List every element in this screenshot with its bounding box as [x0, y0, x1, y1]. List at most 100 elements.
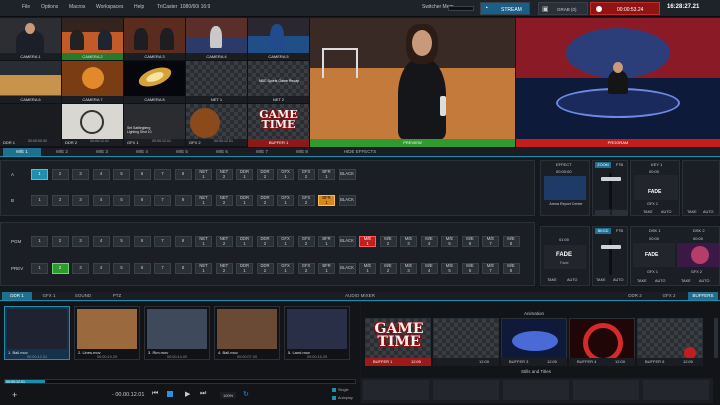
me-a-button-5[interactable]: 5	[113, 169, 130, 180]
mv-camera-2[interactable]: CAMERA 2	[62, 18, 123, 60]
ddr-clip-4[interactable]: 4. Ball.mov 00:00:07.00	[214, 306, 280, 360]
dsk1-source[interactable]: GFX 1	[647, 270, 658, 274]
prev-button-24[interactable]: M/E 8	[502, 263, 520, 274]
me-b-button-15[interactable]: BFR 1	[318, 195, 335, 206]
prev-button-6[interactable]: 6	[133, 263, 151, 274]
dsk2-time[interactable]: 00:00	[693, 236, 703, 241]
pgm-button-18[interactable]: M/E 2	[379, 236, 397, 247]
pgm-button-1[interactable]: 1	[31, 236, 48, 247]
menu-workspaces[interactable]: Workspaces	[96, 4, 123, 10]
still-slot-4[interactable]	[573, 380, 639, 400]
mv-net-1[interactable]: NET 1	[186, 61, 247, 103]
tab-me-2[interactable]: M/E 2	[43, 148, 81, 156]
pgm-button-13[interactable]: GFX 1	[277, 236, 294, 247]
dsk2-source[interactable]: GFX 2	[691, 270, 702, 274]
pgm-button-7[interactable]: 7	[154, 236, 171, 247]
prev-button-12[interactable]: DDR 2	[256, 263, 274, 274]
prev-button-21[interactable]: M/E 5	[441, 263, 458, 274]
prev-button-8[interactable]: 8	[174, 263, 192, 274]
me-b-button-3[interactable]: 3	[72, 195, 89, 206]
tab-buffers[interactable]: BUFFERS	[688, 292, 718, 300]
pgm-button-5[interactable]: 5	[113, 236, 130, 247]
pgm-button-23[interactable]: M/E 7	[482, 236, 499, 247]
transition-thumbnail[interactable]: FADE Fade	[544, 245, 586, 269]
menu-help[interactable]: Help	[134, 4, 144, 10]
loop-icon[interactable]: ↻	[243, 390, 249, 398]
me-tbar-btn-2[interactable]	[612, 210, 627, 215]
switcher-mem-field[interactable]	[448, 6, 474, 11]
tab-ddr-1[interactable]: DDR 1	[2, 292, 32, 300]
key1-label[interactable]: KEY 1	[651, 162, 662, 167]
tab-me-3[interactable]: M/E 3	[83, 148, 121, 156]
dsk2-label[interactable]: DSK 2	[693, 228, 705, 233]
prev-button-1[interactable]: 1	[31, 263, 48, 274]
tab-gfx-2[interactable]: GFX 2	[654, 292, 684, 300]
tab-me-7[interactable]: M/E 7	[243, 148, 281, 156]
stop-icon[interactable]	[167, 391, 173, 397]
prev-button-11[interactable]: DDR 1	[236, 263, 253, 274]
prev-button-14[interactable]: GFX 2	[297, 263, 315, 274]
me-a-button-12[interactable]: DDR 2	[256, 169, 274, 180]
effect-time[interactable]: 00:00:00	[556, 169, 572, 174]
still-slot-5[interactable]	[643, 380, 709, 400]
pgm-button-24[interactable]: M/E 8	[502, 236, 520, 247]
prev-button-20[interactable]: M/E 4	[420, 263, 438, 274]
me-auto-button[interactable]: AUTO	[703, 210, 713, 214]
me-b-button-13[interactable]: GFX 1	[277, 195, 294, 206]
me-a-button-3[interactable]: 3	[72, 169, 89, 180]
me-take-button[interactable]: TAKE	[687, 210, 697, 214]
me-a-button-9[interactable]: NET 1	[195, 169, 212, 180]
prev-button-16[interactable]: BLACK	[338, 263, 356, 274]
me-a-button-6[interactable]: 6	[133, 169, 151, 180]
prev-button-19[interactable]: M/E 3	[400, 263, 417, 274]
me-ftb-button[interactable]: FTB	[612, 162, 627, 168]
dsk1-auto-button[interactable]: AUTO	[655, 279, 665, 283]
pgm-button-12[interactable]: DDR 2	[256, 236, 274, 247]
menu-options[interactable]: Options	[41, 4, 58, 10]
ddr-clip-1[interactable]: 1. Ball.mov 00:00:12.01	[4, 306, 70, 360]
tab-me-5[interactable]: M/E 5	[163, 148, 201, 156]
prev-button-23[interactable]: M/E 7	[482, 263, 499, 274]
main-auto-button[interactable]: AUTO	[613, 278, 623, 282]
pgm-button-8[interactable]: 8	[174, 236, 192, 247]
grab-button[interactable]: ▣ GRAB (0)	[538, 2, 588, 15]
key-take-button[interactable]: TAKE	[643, 210, 653, 214]
effect-label[interactable]: EFFECT	[556, 162, 572, 167]
prev-button-22[interactable]: M/E 6	[461, 263, 479, 274]
me-tbar-handle[interactable]	[601, 177, 621, 181]
dsk1-time[interactable]: 00:00	[649, 236, 659, 241]
prev-button-2[interactable]: 2	[51, 263, 69, 274]
menu-file[interactable]: File	[22, 4, 30, 10]
tab-me-8[interactable]: M/E 8	[283, 148, 321, 156]
pgm-button-9[interactable]: NET 1	[195, 236, 212, 247]
pgm-button-11[interactable]: DDR 1	[236, 236, 253, 247]
prev-button-15[interactable]: BFR 1	[318, 263, 335, 274]
prev-button-18[interactable]: M/E 2	[379, 263, 397, 274]
dsk2-auto-button[interactable]: AUTO	[699, 279, 709, 283]
dsk1-thumbnail[interactable]: FADE	[633, 243, 675, 267]
prev-button-17[interactable]: M/E 1	[359, 263, 376, 274]
pgm-button-22[interactable]: M/E 6	[461, 236, 479, 247]
me-a-button-10[interactable]: NET 2	[215, 169, 233, 180]
me-a-button-15[interactable]: BFR 1	[318, 169, 335, 180]
mv-camera-3[interactable]: CAMERA 3	[124, 18, 185, 60]
ddr-scrubber[interactable]	[4, 379, 356, 384]
main-tbar-handle[interactable]	[601, 245, 621, 249]
me-b-button-7[interactable]: 7	[154, 195, 171, 206]
pgm-button-2[interactable]: 2	[51, 236, 69, 247]
add-clip-icon[interactable]: +	[12, 390, 17, 400]
transition-take-button[interactable]: TAKE	[547, 278, 557, 282]
key-time[interactable]: 00:00	[649, 169, 659, 174]
pgm-button-17[interactable]: M/E 1	[359, 236, 376, 247]
still-slot-2[interactable]	[433, 380, 499, 400]
ddr-speed[interactable]: 100%	[220, 392, 237, 399]
ddr-clip-5[interactable]: 5. Land.mov 00:00:15.29	[284, 306, 350, 360]
zoom-button[interactable]: ZOOM	[595, 162, 611, 168]
pgm-button-21[interactable]: M/E 5	[441, 236, 458, 247]
key-source-label[interactable]: GFX 1	[647, 202, 658, 206]
tab-ptz[interactable]: PTZ	[102, 292, 132, 300]
transition-time[interactable]: 01:00	[559, 237, 569, 242]
pgm-button-20[interactable]: M/E 4	[420, 236, 438, 247]
pgm-button-10[interactable]: NET 2	[215, 236, 233, 247]
pgm-button-4[interactable]: 4	[92, 236, 110, 247]
